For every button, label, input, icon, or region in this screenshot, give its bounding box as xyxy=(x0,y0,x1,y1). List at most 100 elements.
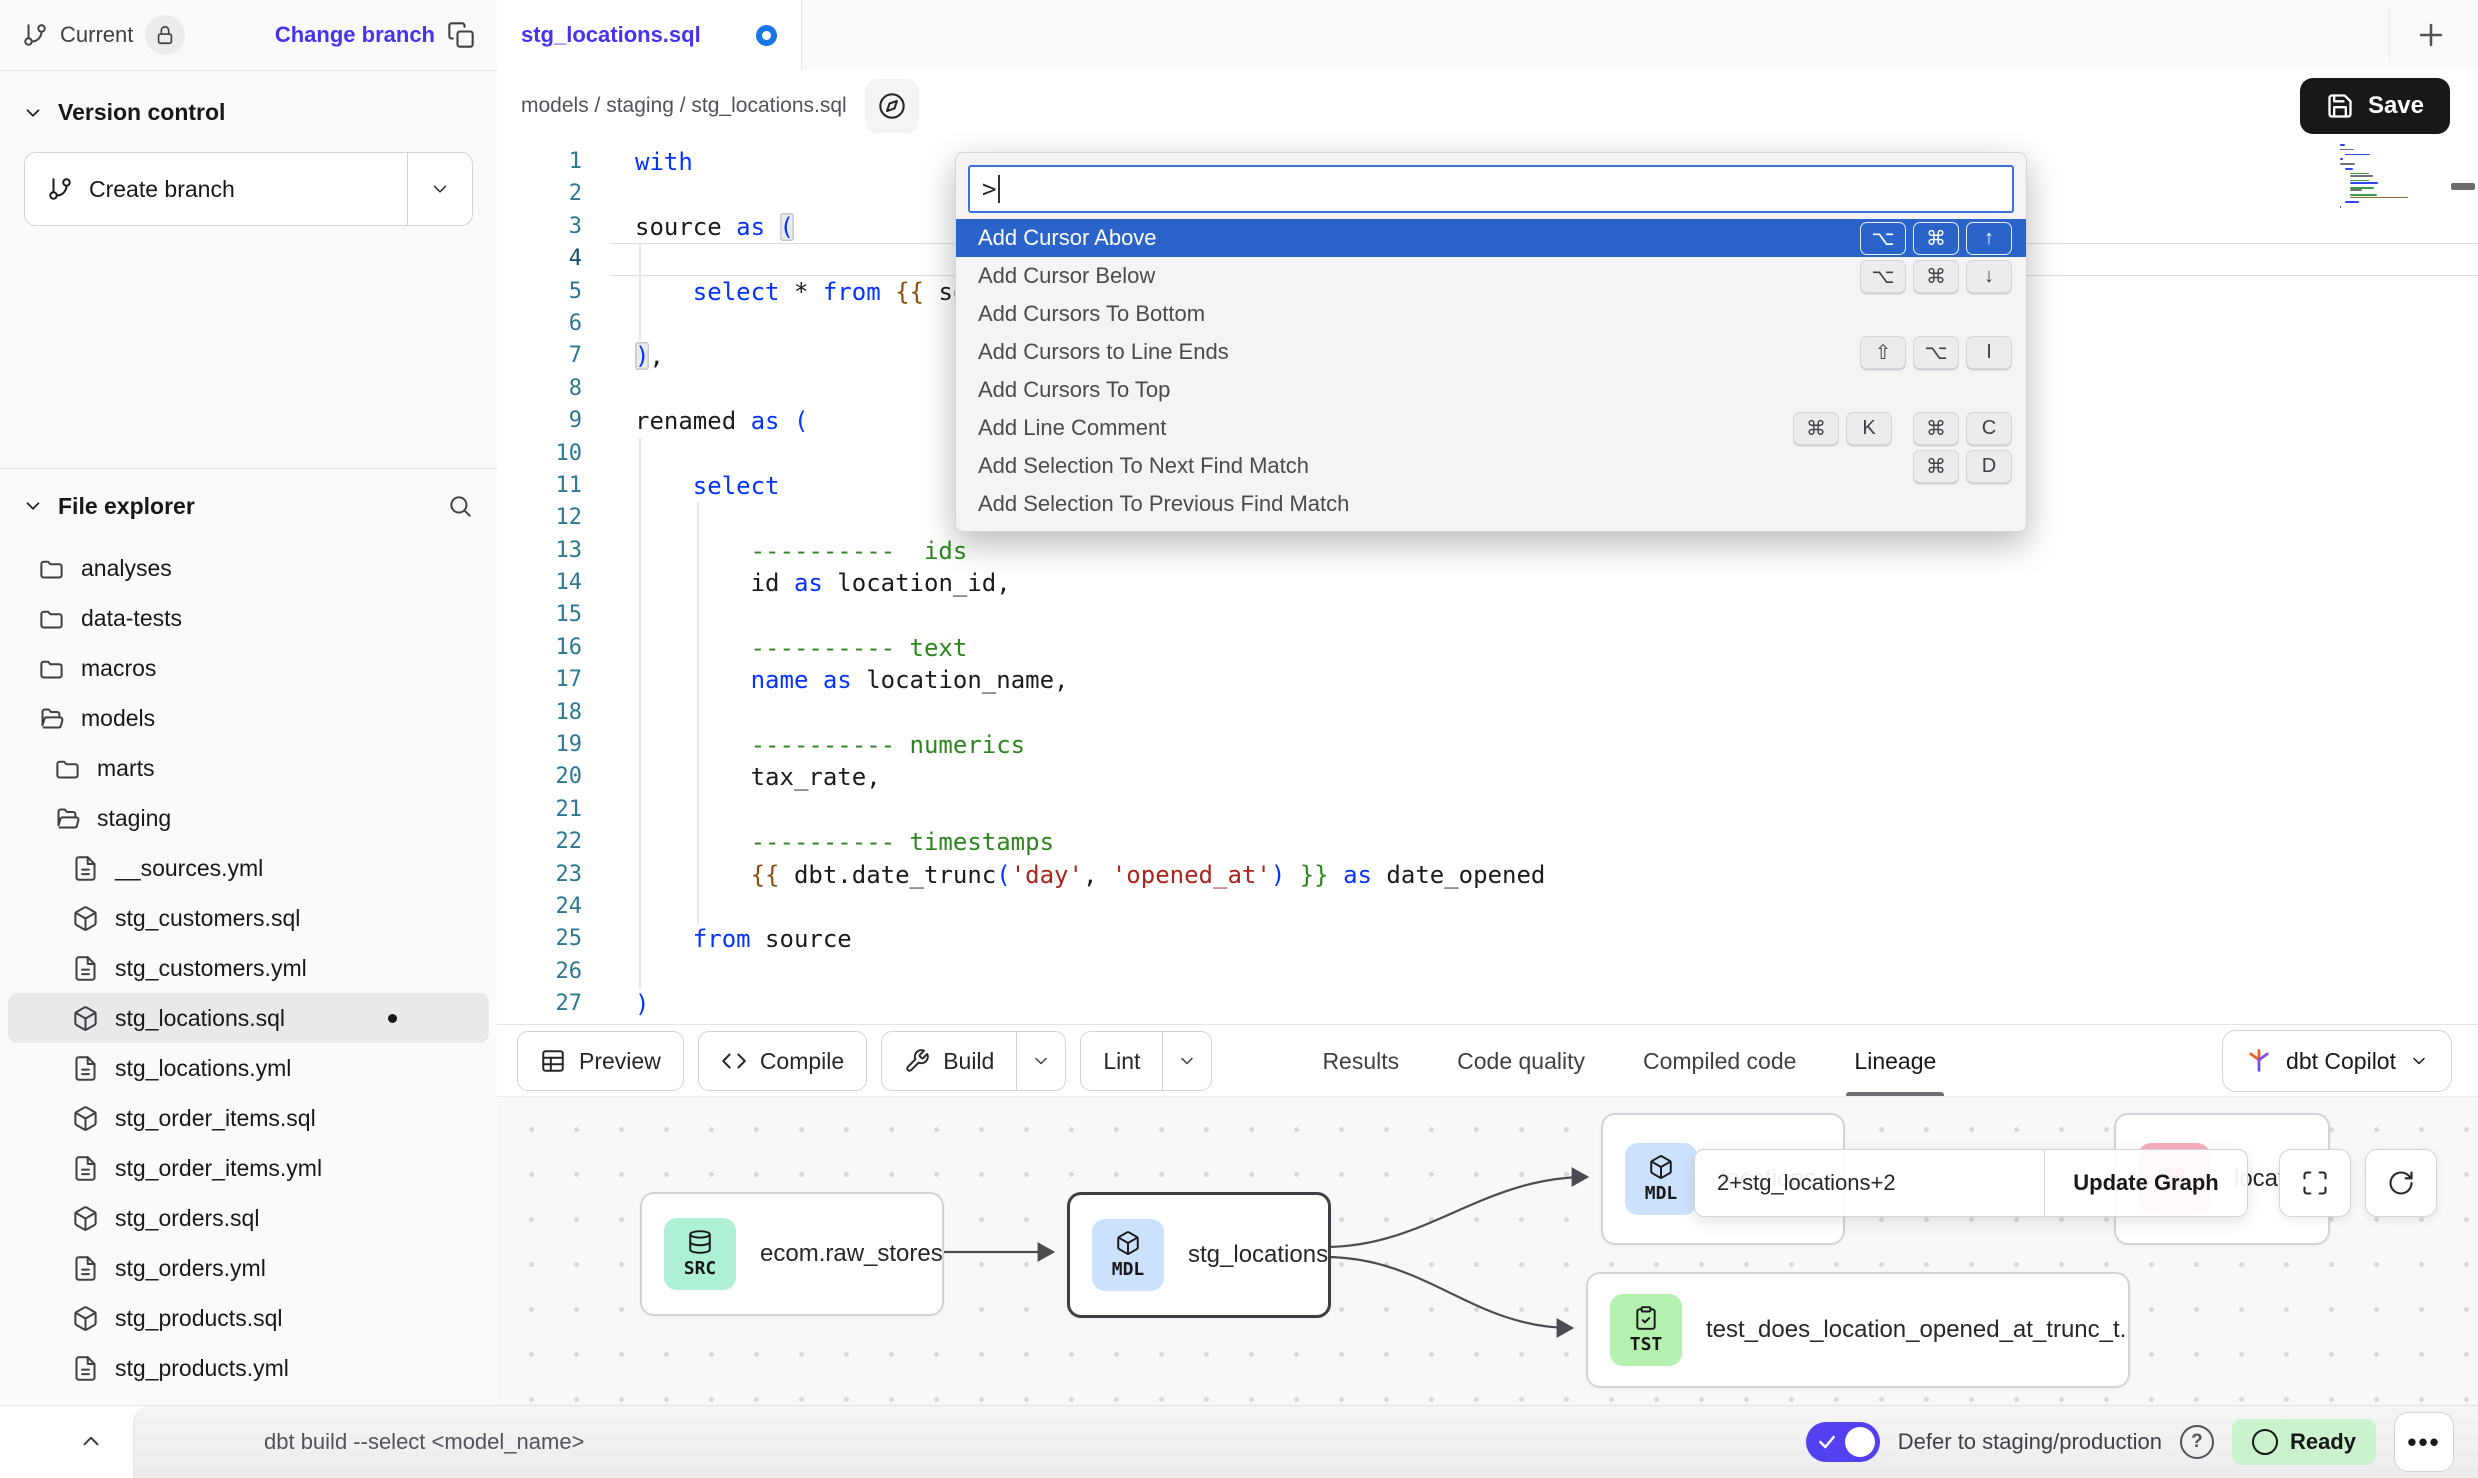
file-icon xyxy=(72,955,99,982)
file-explorer-title: File explorer xyxy=(58,493,195,520)
file-row-stg-order-items-yml[interactable]: stg_order_items.yml xyxy=(8,1143,489,1193)
ready-status-badge[interactable]: Ready xyxy=(2232,1419,2376,1465)
command-item-add-line-comment[interactable]: Add Line Comment⌘K⌘C xyxy=(956,409,2026,447)
build-button[interactable]: Build xyxy=(881,1031,1066,1091)
file-row-data-tests[interactable]: data-tests xyxy=(8,593,489,643)
indent-guide xyxy=(639,243,641,340)
panel-tab-lineage[interactable]: Lineage xyxy=(1854,1025,1936,1097)
lineage-node-test[interactable]: TST test_does_location_opened_at_trunc_t… xyxy=(1586,1272,2130,1388)
defer-toggle[interactable] xyxy=(1806,1422,1880,1462)
file-row-stg-customers-sql[interactable]: stg_customers.sql xyxy=(8,893,489,943)
refresh-button[interactable] xyxy=(2365,1149,2437,1217)
lineage-node-stg-locations[interactable]: MDL stg_locations xyxy=(1067,1192,1331,1318)
scrollbar-mark[interactable] xyxy=(2451,183,2475,190)
file-row-stg-locations-sql[interactable]: stg_locations.sql xyxy=(8,993,489,1043)
lineage-node-source[interactable]: SRC ecom.raw_stores xyxy=(640,1192,944,1316)
file-explorer-header[interactable]: File explorer xyxy=(0,469,497,537)
build-main[interactable]: Build xyxy=(882,1048,1016,1075)
tab-stg-locations-sql[interactable]: stg_locations.sql xyxy=(497,0,802,70)
copilot-label: dbt Copilot xyxy=(2286,1048,2396,1075)
file-row-stg-products-yml[interactable]: stg_products.yml xyxy=(8,1343,489,1393)
compass-icon[interactable] xyxy=(865,79,919,133)
help-icon[interactable]: ? xyxy=(2180,1425,2214,1459)
breadcrumb[interactable]: models / staging / stg_locations.sql xyxy=(521,94,847,118)
update-graph-button[interactable]: Update Graph xyxy=(2044,1150,2247,1216)
command-item-add-selection-to-previous-find-match[interactable]: Add Selection To Previous Find Match xyxy=(956,485,2026,523)
code-line-19: 19 ---------- numerics xyxy=(497,729,2478,761)
code-icon xyxy=(721,1048,747,1074)
file-row-stg-locations-yml[interactable]: stg_locations.yml xyxy=(8,1043,489,1093)
file-row--sources-yml[interactable]: __sources.yml xyxy=(8,843,489,893)
create-branch-main[interactable]: Create branch xyxy=(25,176,407,203)
model-icon xyxy=(72,905,99,932)
dbt-copilot-button[interactable]: dbt Copilot xyxy=(2222,1030,2452,1092)
lineage-search-input[interactable]: 2+stg_locations+2 xyxy=(1695,1150,2044,1216)
change-branch-link[interactable]: Change branch xyxy=(275,22,435,48)
key-⌥: ⌥ xyxy=(1860,222,1906,255)
lint-main[interactable]: Lint xyxy=(1081,1048,1162,1075)
file-row-macros[interactable]: macros xyxy=(8,643,489,693)
file-label: stg_locations.yml xyxy=(115,1055,291,1082)
minimap[interactable] xyxy=(2340,144,2408,209)
code-line-21: 21 xyxy=(497,794,2478,826)
file-label: stg_customers.yml xyxy=(115,955,307,982)
panel-tab-code-quality[interactable]: Code quality xyxy=(1457,1025,1585,1097)
compile-button[interactable]: Compile xyxy=(698,1031,867,1091)
compile-label: Compile xyxy=(760,1048,844,1075)
panel-tabs: Results Code quality Compiled code Lineage xyxy=(1322,1025,1936,1097)
file-row-staging[interactable]: staging xyxy=(8,793,489,843)
file-label: marts xyxy=(97,755,155,782)
build-dropdown[interactable] xyxy=(1016,1032,1065,1090)
file-row-marts[interactable]: marts xyxy=(8,743,489,793)
file-row-stg-orders-sql[interactable]: stg_orders.sql xyxy=(8,1193,489,1243)
save-button[interactable]: Save xyxy=(2300,78,2450,134)
command-item-add-cursor-above[interactable]: Add Cursor Above⌥⌘↑ xyxy=(956,219,2026,257)
lock-icon xyxy=(145,15,185,55)
command-item-add-cursors-to-line-ends[interactable]: Add Cursors to Line Ends⇧⌥I xyxy=(956,333,2026,371)
wrench-icon xyxy=(904,1048,930,1074)
command-palette-input[interactable]: > xyxy=(968,165,2014,213)
dbt-ide-app: Current Change branch Version control Cr… xyxy=(0,0,2478,1478)
lineage-search-value: 2+stg_locations+2 xyxy=(1717,1170,1896,1196)
file-row-stg-products-sql[interactable]: stg_products.sql xyxy=(8,1293,489,1343)
command-item-add-cursor-below[interactable]: Add Cursor Below⌥⌘↓ xyxy=(956,257,2026,295)
lint-button[interactable]: Lint xyxy=(1080,1031,1212,1091)
file-explorer: File explorer analysesdata-testsmacrosmo… xyxy=(0,468,497,1406)
command-item-add-selection-to-next-find-match[interactable]: Add Selection To Next Find Match⌘D xyxy=(956,447,2026,485)
cube-icon xyxy=(1115,1230,1141,1256)
file-row-models[interactable]: models xyxy=(8,693,489,743)
create-branch-button[interactable]: Create branch xyxy=(24,152,473,226)
fullscreen-button[interactable] xyxy=(2279,1149,2351,1217)
file-row-stg-customers-yml[interactable]: stg_customers.yml xyxy=(8,943,489,993)
check-icon xyxy=(1817,1432,1837,1452)
create-branch-dropdown[interactable] xyxy=(407,153,472,225)
file-row-stg-orders-yml[interactable]: stg_orders.yml xyxy=(8,1243,489,1293)
more-options-button[interactable]: ••• xyxy=(2394,1412,2454,1472)
preview-button[interactable]: Preview xyxy=(517,1031,684,1091)
command-item-add-cursors-to-top[interactable]: Add Cursors To Top xyxy=(956,371,2026,409)
file-icon xyxy=(72,1155,99,1182)
panel-tab-results[interactable]: Results xyxy=(1322,1025,1399,1097)
collapse-chevron-icon[interactable] xyxy=(78,1428,104,1454)
clipboard-check-icon xyxy=(1633,1305,1659,1331)
folder-icon xyxy=(38,605,65,632)
file-row-analyses[interactable]: analyses xyxy=(8,543,489,593)
lint-label: Lint xyxy=(1103,1048,1140,1075)
file-tree: analysesdata-testsmacrosmodels marts stagi… xyxy=(0,537,497,1393)
source-badge: SRC xyxy=(664,1218,736,1290)
new-tab-button[interactable] xyxy=(2410,14,2452,56)
code-line-14: 14 id as location_id, xyxy=(497,567,2478,599)
code-line-22: 22 ---------- timestamps xyxy=(497,826,2478,858)
branch-bar: Current Change branch xyxy=(0,0,497,71)
copy-icon[interactable] xyxy=(447,21,475,49)
command-item-add-cursors-to-bottom[interactable]: Add Cursors To Bottom xyxy=(956,295,2026,333)
lint-dropdown[interactable] xyxy=(1162,1032,1211,1090)
dbt-command-text[interactable]: dbt build --select <model_name> xyxy=(264,1429,584,1455)
panel-tab-compiled-code[interactable]: Compiled code xyxy=(1643,1025,1796,1097)
command-bar[interactable]: dbt build --select <model_name> Defer to… xyxy=(133,1406,2478,1478)
lineage-panel[interactable]: SRC ecom.raw_stores MDL stg_locations MD… xyxy=(497,1096,2478,1407)
code-line-26: 26 xyxy=(497,956,2478,988)
file-row-stg-order-items-sql[interactable]: stg_order_items.sql xyxy=(8,1093,489,1143)
search-icon[interactable] xyxy=(447,493,473,519)
version-control-header[interactable]: Version control xyxy=(0,71,497,126)
